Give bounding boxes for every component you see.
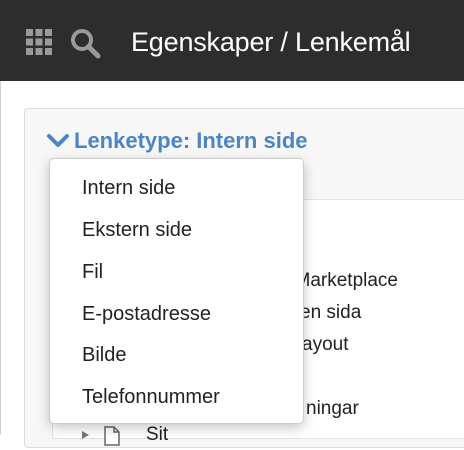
menu-item-intern-side[interactable]: Intern side: [50, 167, 303, 209]
search-button[interactable]: [69, 27, 101, 59]
menu-item-fil[interactable]: Fil: [50, 251, 303, 293]
menu-item-e-postadresse[interactable]: E-postadresse: [50, 293, 303, 335]
apps-grid-icon[interactable]: [26, 29, 52, 55]
menu-item-bilde[interactable]: Bilde: [50, 334, 303, 376]
link-type-title: Lenketype: Intern side: [74, 128, 308, 153]
chevron-down-icon: [47, 134, 69, 147]
menu-item-telefonnummer[interactable]: Telefonnummer: [50, 376, 303, 418]
link-type-toggle[interactable]: Lenketype: Intern side: [46, 126, 308, 156]
tree-item-label: Sit: [146, 424, 169, 445]
top-bar: Egenskaper / Lenkemål: [0, 0, 464, 81]
tree-item[interactable]: Sit: [0, 420, 464, 450]
search-icon: [71, 29, 101, 59]
menu-item-ekstern-side[interactable]: Ekstern side: [50, 209, 303, 251]
tree-item-label: en sida: [300, 302, 362, 323]
tree-item-label: ayout: [302, 334, 349, 355]
page-icon: [104, 426, 120, 446]
link-type-dropdown: Intern side Ekstern side Fil E-postadres…: [49, 158, 304, 424]
grid-icon: [26, 29, 52, 55]
page-title: Egenskaper / Lenkemål: [131, 27, 411, 57]
left-divider: [0, 81, 1, 434]
tree-expand-icon[interactable]: [80, 430, 90, 440]
